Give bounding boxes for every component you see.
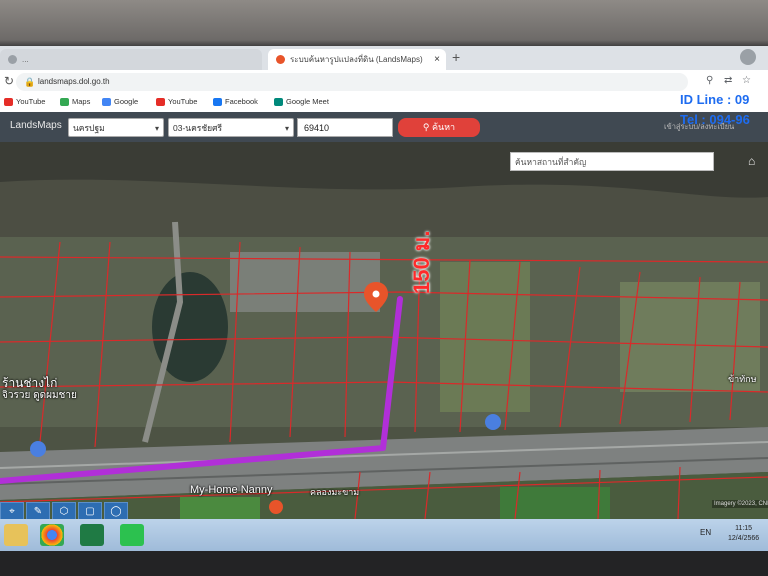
chevron-down-icon: ▾ <box>284 124 289 133</box>
pin-dot <box>372 290 380 298</box>
chevron-down-icon: ▾ <box>154 124 159 133</box>
windows-taskbar: EN 11:15 12/4/2566 <box>0 519 768 551</box>
bookmark-google-meet[interactable]: Google Meet <box>274 97 329 107</box>
maps-icon <box>60 98 69 107</box>
tab-inactive-title: ... <box>22 55 29 64</box>
place-label-right: ข้าทักษ <box>728 374 757 384</box>
app-header: LandsMaps นครปฐม ▾ 03-นครชัยศรี ▾ 69410 ⚲ … <box>0 112 768 142</box>
distance-label: 150 ม. <box>409 230 434 294</box>
bookmark-google[interactable]: Google <box>102 97 138 107</box>
meet-icon <box>274 98 283 107</box>
file-explorer-icon[interactable] <box>4 524 28 546</box>
road-label-2: คลองมะขาม <box>310 487 360 497</box>
line-app-icon[interactable] <box>120 524 144 546</box>
province-select[interactable]: นครปฐม ▾ <box>68 118 164 137</box>
youtube-icon <box>156 98 165 107</box>
screen: ... ระบบค้นหารูปแปลงที่ดิน (LandsMaps) ×… <box>0 46 768 551</box>
tab-close-icon[interactable]: × <box>434 49 440 70</box>
chrome-icon[interactable] <box>40 524 64 546</box>
map-attribution: Imagery ©2023, CNES <box>712 500 768 508</box>
tree-plot <box>440 262 530 412</box>
road-label: My-Home Nanny <box>190 484 273 496</box>
restaurant-marker-icon <box>269 500 283 514</box>
address-bar: ↻ 🔒 landsmaps.dol.go.th ⚲ ⇄ ☆ <box>0 70 768 94</box>
district-select[interactable]: 03-นครชัยศรี ▾ <box>168 118 294 137</box>
bookmark-youtube-2[interactable]: YouTube <box>156 97 197 107</box>
location-icon[interactable]: ⚲ <box>706 75 713 86</box>
tab-favicon-icon <box>8 55 17 64</box>
bookmarks-bar: YouTube Maps Google YouTube Facebook Goo… <box>0 94 768 113</box>
excel-icon[interactable] <box>80 524 104 546</box>
search-button[interactable]: ⚲ ค้นหา <box>398 118 480 137</box>
green-field-2 <box>180 497 260 519</box>
search-icon: ⚲ <box>422 122 432 132</box>
system-clock[interactable]: 11:15 12/4/2566 <box>728 524 759 544</box>
satellite-map[interactable]: ค้นหาสถานที่สำคัญ ⌂ 150 ม. ร้านช่างไก่ จ… <box>0 142 768 519</box>
new-tab-button[interactable]: + <box>452 49 460 65</box>
village-block <box>230 252 380 312</box>
lock-icon: 🔒 <box>24 77 36 87</box>
bookmark-maps[interactable]: Maps <box>60 97 90 107</box>
landsmaps-favicon-icon <box>276 55 285 64</box>
bookmark-facebook[interactable]: Facebook <box>213 97 258 107</box>
tab-landsmaps[interactable]: ระบบค้นหารูปแปลงที่ดิน (LandsMaps) × <box>268 49 446 70</box>
place-marker-icon-2 <box>485 414 501 430</box>
language-indicator[interactable]: EN <box>700 528 711 537</box>
bookmark-youtube[interactable]: YouTube <box>4 97 45 107</box>
translate-icon[interactable]: ⇄ <box>724 75 732 86</box>
star-icon[interactable]: ☆ <box>742 75 751 86</box>
parcel-number-input[interactable]: 69410 <box>297 118 393 137</box>
shop-label-2: จิวรวย ดูดผมชาย <box>2 390 77 401</box>
tab-bar: ... ระบบค้นหารูปแปลงที่ดิน (LandsMaps) ×… <box>0 46 768 70</box>
landmark-search-input[interactable]: ค้นหาสถานที่สำคัญ <box>510 152 714 171</box>
youtube-icon <box>4 98 13 107</box>
grid-menu-icon[interactable]: ⌂ <box>748 154 755 168</box>
google-icon <box>102 98 111 107</box>
line-id-overlay: ID Line : 09 <box>680 92 750 107</box>
reload-icon[interactable]: ↻ <box>4 74 14 88</box>
url-field[interactable]: 🔒 landsmaps.dol.go.th <box>16 73 688 91</box>
profile-avatar[interactable] <box>740 49 756 65</box>
facebook-icon <box>213 98 222 107</box>
tab-inactive[interactable]: ... <box>0 49 262 70</box>
url-text: landsmaps.dol.go.th <box>38 77 110 86</box>
tab-active-title: ระบบค้นหารูปแปลงที่ดิน (LandsMaps) <box>290 55 423 64</box>
map-canvas <box>0 142 768 519</box>
app-brand: LandsMaps <box>10 120 62 131</box>
tel-overlay: Tel : 094-96 <box>680 112 750 127</box>
place-marker-icon <box>30 441 46 457</box>
